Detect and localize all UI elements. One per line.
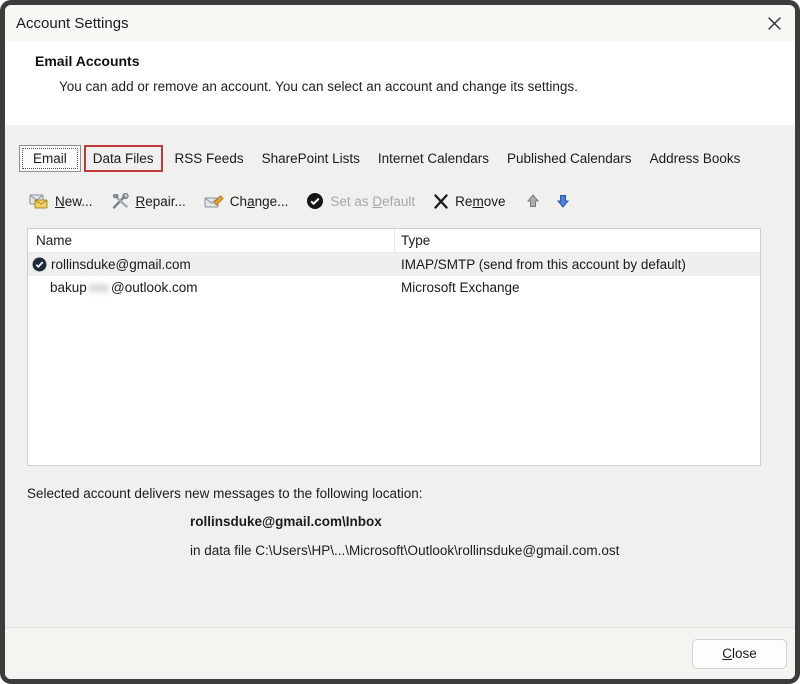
tab-data-files-label: Data Files — [92, 151, 154, 166]
change-mail-icon — [204, 193, 224, 210]
account-type: IMAP/SMTP (send from this account by def… — [401, 257, 686, 272]
repair-tools-icon — [111, 192, 130, 210]
window-close-icon[interactable] — [767, 16, 782, 31]
tab-published-calendars-label: Published Calendars — [506, 151, 632, 166]
table-header-row: Name Type — [28, 229, 760, 253]
account-name-cell: bakup xxx @outlook.com — [28, 280, 395, 295]
tab-address-books[interactable]: Address Books — [641, 145, 750, 172]
new-button[interactable]: New... — [29, 193, 93, 210]
account-settings-dialog: Account Settings Email Accounts You can … — [0, 0, 800, 684]
tab-rss-feeds[interactable]: RSS Feeds — [166, 145, 253, 172]
column-header-type[interactable]: Type — [395, 229, 760, 252]
header: Email Accounts You can add or remove an … — [5, 41, 795, 125]
new-mail-icon — [29, 193, 49, 210]
tab-internet-calendars[interactable]: Internet Calendars — [369, 145, 498, 172]
tab-address-books-label: Address Books — [649, 151, 741, 166]
redacted-text: xxx — [88, 280, 110, 295]
account-name: rollinsduke@gmail.com — [51, 257, 191, 272]
set-as-default-label: Set as Default — [330, 193, 416, 209]
section-description: You can add or remove an account. You ca… — [59, 79, 578, 94]
tab-email[interactable]: Email — [19, 145, 81, 172]
repair-button-label: Repair... — [135, 193, 186, 209]
table-row[interactable]: bakup xxx @outlook.com Microsoft Exchange — [28, 276, 760, 299]
title-bar: Account Settings — [5, 5, 795, 41]
tab-bar: Email Data Files RSS Feeds SharePoint Li… — [19, 145, 795, 172]
delivery-location: rollinsduke@gmail.com\Inbox — [190, 514, 382, 529]
close-button[interactable]: Close — [692, 638, 787, 669]
tab-rss-feeds-label: RSS Feeds — [174, 151, 244, 166]
set-as-default-button: Set as Default — [306, 192, 415, 210]
tab-internet-calendars-label: Internet Calendars — [377, 151, 489, 166]
default-check-icon — [306, 192, 324, 210]
tab-email-label: Email — [33, 151, 67, 166]
table-row[interactable]: rollinsduke@gmail.com IMAP/SMTP (send fr… — [28, 253, 760, 276]
delivery-intro: Selected account delivers new messages t… — [27, 486, 423, 501]
remove-button[interactable]: Remove — [433, 194, 505, 209]
window-title: Account Settings — [16, 14, 129, 32]
tab-sharepoint-lists[interactable]: SharePoint Lists — [253, 145, 369, 172]
tab-published-calendars[interactable]: Published Calendars — [498, 145, 641, 172]
tab-sharepoint-lists-label: SharePoint Lists — [261, 151, 360, 166]
remove-x-icon — [433, 193, 449, 209]
dialog-body: Email Data Files RSS Feeds SharePoint Li… — [5, 125, 795, 627]
default-account-badge-icon — [32, 257, 47, 272]
change-button-label: Change... — [229, 193, 289, 209]
new-button-label: New... — [55, 193, 93, 209]
dialog-footer: Close — [5, 627, 795, 679]
remove-button-label: Remove — [455, 193, 506, 209]
account-name-cell: rollinsduke@gmail.com — [28, 257, 395, 272]
move-up-icon — [525, 193, 541, 209]
reorder-arrows — [525, 193, 571, 209]
account-type: Microsoft Exchange — [401, 280, 520, 295]
section-title: Email Accounts — [35, 53, 140, 69]
delivery-info: Selected account delivers new messages t… — [27, 486, 795, 558]
delivery-data-file: in data file C:\Users\HP\...\Microsoft\O… — [190, 543, 620, 558]
account-name: bakup xxx @outlook.com — [50, 280, 198, 295]
accounts-table: Name Type rollinsduke@gmail.com IMAP/SMT… — [27, 228, 761, 466]
toolbar: New... Repair... Change... Set as Defaul… — [29, 188, 795, 214]
tab-data-files[interactable]: Data Files — [83, 145, 163, 172]
repair-button[interactable]: Repair... — [111, 192, 186, 210]
change-button[interactable]: Change... — [204, 193, 289, 210]
move-down-icon[interactable] — [555, 193, 571, 209]
column-header-name[interactable]: Name — [28, 229, 395, 252]
